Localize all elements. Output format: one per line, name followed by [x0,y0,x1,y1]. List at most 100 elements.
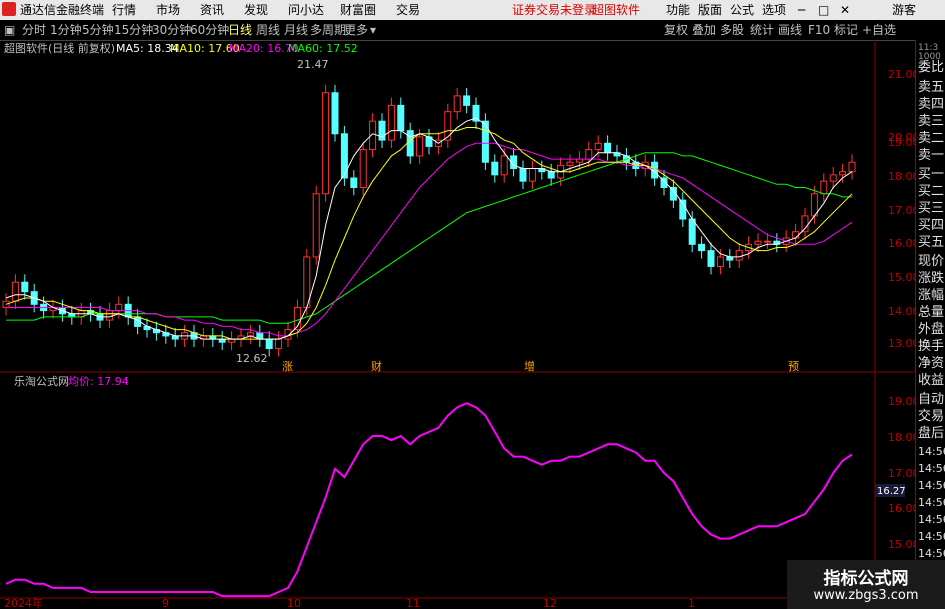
candle-body [115,303,123,312]
candle-body [688,218,696,245]
panel-weibi: 委比 [918,60,945,75]
right-panel: 11:3 1000 委比 卖五 卖四 卖三 卖二 卖一 买一 买二 买三 买四 … [915,40,945,609]
btn-fuquan[interactable]: 复权 [664,23,688,37]
panel-net-assets: 净资 [918,356,945,371]
user-label[interactable]: 游客 [892,2,916,18]
candle-body [585,149,593,160]
ma20-line [6,142,853,337]
maximize-icon[interactable]: □ [818,2,829,18]
panel-sell2: 卖二 [918,131,945,146]
panel-outer: 外盘 [918,322,945,337]
x-label-10: 10 [287,597,301,609]
candle-body [359,149,367,188]
panel-volume: 总量 [918,305,945,320]
btn-diejia[interactable]: 叠加 [692,23,716,37]
btn-zixuan[interactable]: +自选 [862,23,896,37]
candle-body [11,281,19,302]
close-icon[interactable]: ✕ [840,2,850,18]
more-dropdown-icon[interactable]: ▾ [370,23,376,37]
candle-body [547,171,555,179]
high-label: 21.47 [297,58,329,71]
tab-60min[interactable]: 60分钟 [190,23,229,37]
candle-body [312,193,320,258]
candle-body [331,92,339,135]
tab-daily[interactable]: 日线 [228,23,252,37]
minimize-icon[interactable]: ─ [798,2,805,18]
candle-body [792,231,800,239]
menu-item-shichang[interactable]: 市场 [156,2,180,18]
candle-body [829,174,837,182]
marker-zeng: 增 [524,359,535,373]
sub-title: 乐淘公式网 [14,375,69,388]
menu-item-caifuquan[interactable]: 财富圈 [340,2,376,18]
tab-more[interactable]: 更多 [344,23,368,37]
tab-multi-period[interactable]: 多周期 [310,23,346,37]
panel-trade[interactable]: 交易 [918,409,944,425]
candle-body [397,104,405,132]
candle-body [726,256,734,261]
x-label-9: 9 [162,597,169,609]
btn-huaxian[interactable]: 画线 [778,23,802,37]
tab-30min[interactable]: 30分钟 [152,23,191,37]
menu-item-xuanxiang[interactable]: 选项 [762,2,786,18]
x-label-1: 1 [688,597,695,609]
panel-earnings: 收益 [918,373,945,388]
panel-price: 现价 [918,254,945,269]
sub-current-value: 16.27 [877,486,906,497]
tab-15min[interactable]: 15分钟 [114,23,153,37]
menu-item-zixun[interactable]: 资讯 [200,2,224,18]
panel-buy5: 买五 [918,235,945,250]
tab-monthly[interactable]: 月线 [284,23,308,37]
x-label-2024: 2024年 [4,596,43,609]
menu-item-gongshi[interactable]: 公式 [730,2,754,18]
panel-after-hours[interactable]: 盘后 [918,426,944,442]
candle-body [406,130,414,157]
ma10-line [5,127,853,340]
btn-f10[interactable]: F10 [808,23,830,37]
candle-body [350,177,358,188]
tab-1min[interactable]: 1分钟 [50,23,82,37]
candle-body [275,338,283,350]
candle-body [566,161,574,166]
menu-item-banmian[interactable]: 版面 [698,2,722,18]
candle-body [707,250,715,267]
menu-item-hangqing[interactable]: 行情 [112,2,136,18]
panel-sell3: 卖三 [918,114,945,129]
candle-body [604,142,612,154]
menu-item-jiaoyi[interactable]: 交易 [396,2,420,18]
app-logo-icon [2,2,16,16]
kline-chart[interactable]: 21.00 20.00 19.00 18.00 17.00 16.00 15.0… [0,40,945,609]
candle-body [801,215,809,233]
toolbar-toggle-icon[interactable]: ▣ [4,23,15,37]
sub-axis: 19.00 18.00 17.00 16.00 15.00 16.27 [875,395,920,551]
tab-weekly[interactable]: 周线 [256,23,280,37]
btn-tongji[interactable]: 统计 [750,23,774,37]
panel-sell1: 卖一 [918,148,945,163]
candle-body [463,95,471,106]
btn-duogu[interactable]: 多股 [720,23,744,37]
panel-sell5: 卖五 [918,80,945,95]
candle-body [500,155,508,176]
btn-biaoji[interactable]: 标记 [834,23,858,37]
x-label-12: 12 [543,597,557,609]
watermark: 指标公式网 www.zbgs3.com [787,560,945,609]
login-notice[interactable]: 证券交易未登录 [512,2,596,18]
candle-body [763,240,771,243]
panel-buy2: 买二 [918,184,945,199]
candle-body [416,136,424,157]
tab-5min[interactable]: 5分钟 [82,23,114,37]
candle-body [820,180,828,195]
tab-fenshi[interactable]: 分时 [22,23,46,37]
candle-body [594,142,602,151]
panel-time-3: 14:56 [918,479,945,492]
candle-body [754,240,762,245]
menu-item-gongneng[interactable]: 功能 [666,2,690,18]
candle-body [387,104,395,141]
candle-body [848,161,856,173]
panel-buy4: 买四 [918,218,945,233]
menu-item-faxian[interactable]: 发现 [244,2,268,18]
panel-auto[interactable]: 自动 [918,392,944,408]
candle-body [453,95,461,113]
menu-item-wenxiaoda[interactable]: 问小达 [288,2,324,18]
x-label-11: 11 [406,597,420,609]
